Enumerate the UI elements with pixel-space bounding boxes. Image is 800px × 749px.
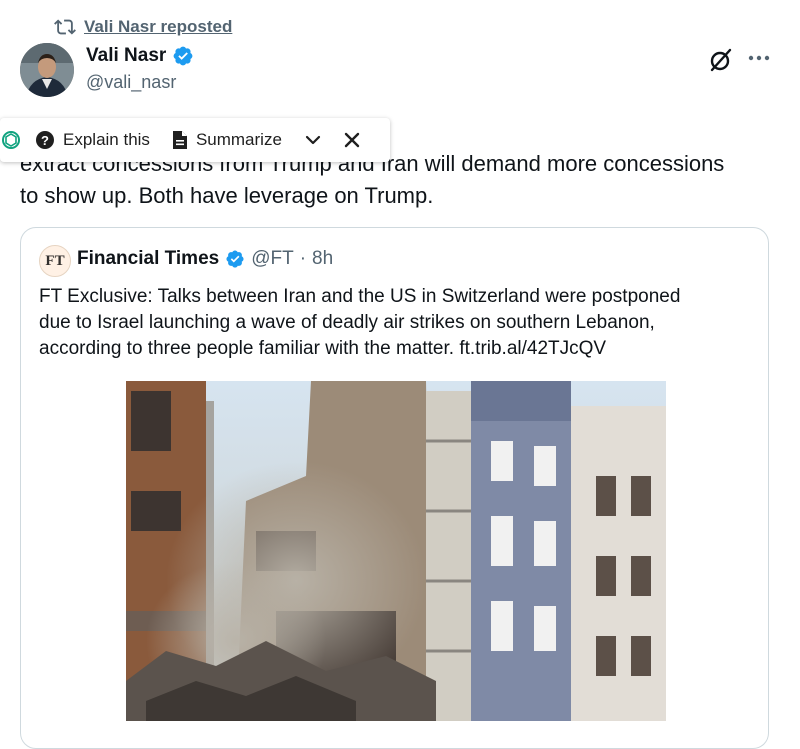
summarize-button[interactable]: Summarize xyxy=(172,130,282,150)
ft-logo: FT xyxy=(39,245,71,277)
document-icon xyxy=(172,131,187,149)
chevron-down-icon[interactable] xyxy=(304,131,322,149)
more-icon[interactable] xyxy=(746,47,772,69)
close-icon[interactable] xyxy=(344,132,360,148)
explain-this-button[interactable]: ? Explain this xyxy=(35,130,150,150)
explain-this-label: Explain this xyxy=(63,130,150,149)
separator-dot: · xyxy=(299,248,307,269)
author-name[interactable]: Vali Nasr xyxy=(86,45,166,67)
verified-badge-icon xyxy=(226,250,244,268)
question-icon: ? xyxy=(36,131,54,149)
author-handle[interactable]: @vali_nasr xyxy=(86,72,176,93)
repost-icon xyxy=(54,19,76,35)
quoted-timestamp[interactable]: 8h xyxy=(312,248,333,270)
svg-text:?: ? xyxy=(41,133,49,148)
avatar[interactable] xyxy=(20,43,74,97)
chatgpt-icon[interactable] xyxy=(1,130,21,150)
quoted-tweet-text: FT Exclusive: Talks between Iran and the… xyxy=(39,286,681,359)
quoted-tweet[interactable]: FT Financial Times @FT · 8h FT Exclusive… xyxy=(20,227,769,749)
quoted-author-handle[interactable]: @FT xyxy=(251,248,294,270)
repost-indicator[interactable]: Vali Nasr reposted xyxy=(54,16,232,38)
quoted-author-name[interactable]: Financial Times xyxy=(77,248,219,270)
quoted-tweet-photo[interactable] xyxy=(126,381,666,721)
repost-label[interactable]: Vali Nasr reposted xyxy=(84,17,232,37)
summarize-label: Summarize xyxy=(195,130,282,149)
verified-badge-icon xyxy=(173,46,193,66)
grok-icon[interactable] xyxy=(708,47,734,73)
ai-selection-toolbar: ? Explain this Summarize xyxy=(0,118,390,162)
